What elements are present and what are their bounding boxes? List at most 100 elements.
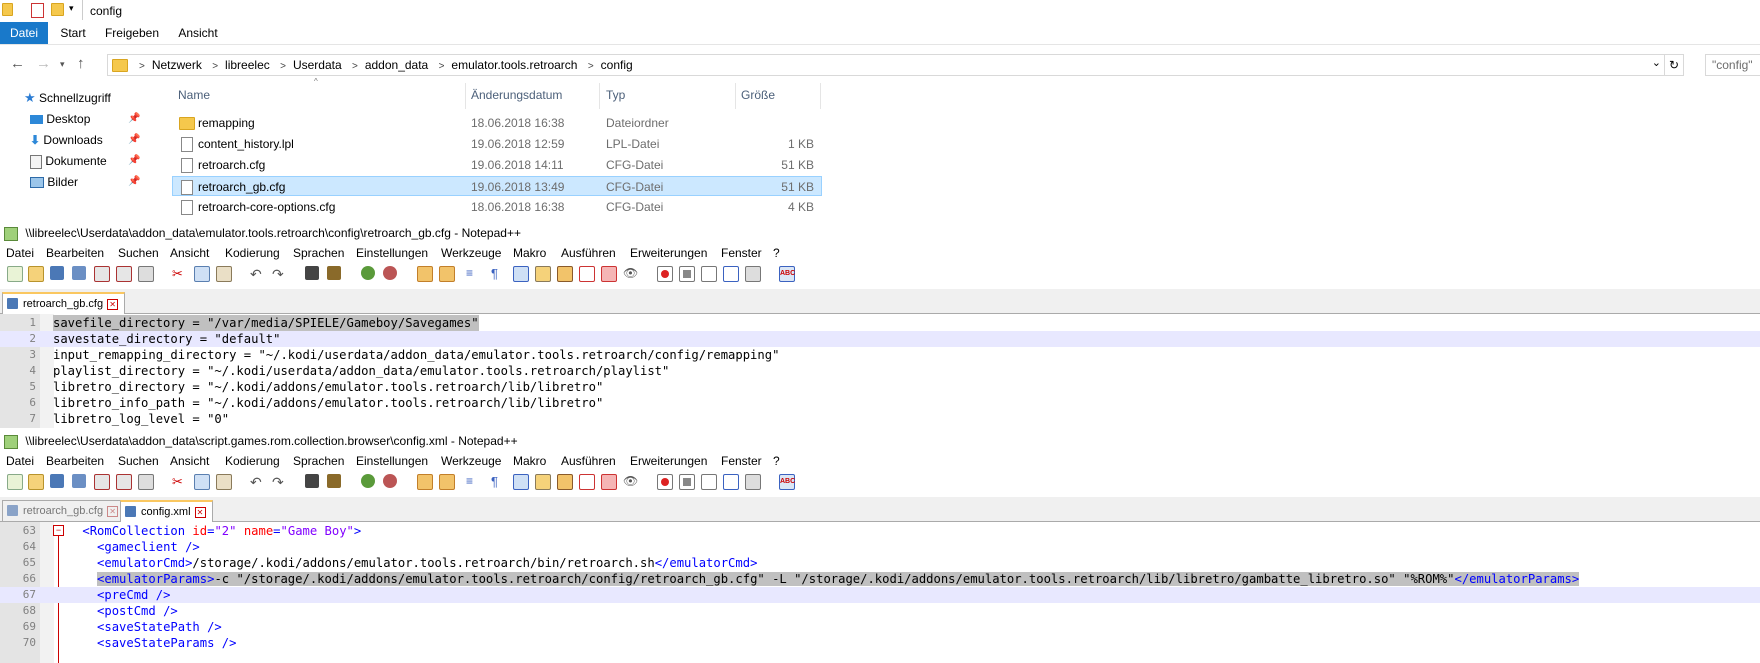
undo-icon[interactable]: ↶ bbox=[250, 474, 264, 490]
customize-toolbar-icon[interactable]: ▾ bbox=[69, 3, 74, 14]
spell-check-icon[interactable]: ABC bbox=[779, 474, 795, 490]
menu-erweiterungen[interactable]: Erweiterungen bbox=[630, 451, 707, 471]
run-macro-multiple-icon[interactable] bbox=[723, 266, 739, 282]
paste-icon[interactable] bbox=[216, 474, 232, 490]
play-macro-icon[interactable] bbox=[701, 474, 717, 490]
record-macro-icon[interactable] bbox=[657, 266, 673, 282]
document-map-icon[interactable] bbox=[557, 266, 573, 282]
replace-icon[interactable] bbox=[327, 266, 341, 280]
sync-vertical-icon[interactable] bbox=[417, 474, 433, 490]
recent-locations-icon[interactable]: ▾ bbox=[60, 59, 65, 70]
ribbon-tab-start[interactable]: Start bbox=[50, 22, 96, 44]
column-divider[interactable] bbox=[820, 83, 821, 109]
save-macro-icon[interactable] bbox=[745, 474, 761, 490]
refresh-icon[interactable]: ↻ bbox=[1664, 55, 1683, 75]
menu-ansicht[interactable]: Ansicht bbox=[170, 243, 209, 263]
menu-werkzeuge[interactable]: Werkzeuge bbox=[441, 451, 501, 471]
cut-icon[interactable]: ✂ bbox=[172, 266, 186, 281]
indent-guide-icon[interactable] bbox=[513, 474, 529, 490]
file-row[interactable]: remapping 18.06.2018 16:38 Dateiordner bbox=[172, 113, 822, 133]
monitoring-icon[interactable] bbox=[601, 474, 617, 490]
close-file-icon[interactable] bbox=[94, 474, 110, 490]
eye-icon[interactable]: 👁 bbox=[623, 474, 638, 488]
close-all-icon[interactable] bbox=[116, 474, 132, 490]
nav-quick-access[interactable]: ★ Schnellzugriff bbox=[24, 88, 111, 108]
menu-kodierung[interactable]: Kodierung bbox=[225, 243, 280, 263]
pin-icon[interactable]: 📌 bbox=[128, 151, 140, 171]
sync-horizontal-icon[interactable] bbox=[439, 266, 455, 282]
close-all-icon[interactable] bbox=[116, 266, 132, 282]
chevron-down-icon[interactable]: ⌄ bbox=[1652, 56, 1661, 69]
code-editor[interactable]: − 63 <RomCollection id="2" name="Game Bo… bbox=[0, 522, 1760, 663]
zoom-in-icon[interactable] bbox=[361, 266, 375, 280]
close-tab-icon[interactable]: ✕ bbox=[194, 507, 206, 518]
cut-icon[interactable]: ✂ bbox=[172, 474, 186, 489]
code-editor[interactable]: 1 savefile_directory = "/var/media/SPIELE… bbox=[0, 314, 1760, 428]
forward-icon[interactable]: → bbox=[36, 55, 51, 72]
show-all-chars-icon[interactable]: ¶ bbox=[491, 266, 505, 281]
menu-help[interactable]: ? bbox=[773, 243, 780, 263]
document-map-icon[interactable] bbox=[557, 474, 573, 490]
stop-macro-icon[interactable] bbox=[679, 266, 695, 282]
new-file-icon[interactable] bbox=[7, 474, 23, 490]
column-divider[interactable] bbox=[465, 83, 466, 109]
menu-ausfuehren[interactable]: Ausführen bbox=[561, 451, 616, 471]
word-wrap-icon[interactable]: ≡ bbox=[466, 266, 480, 280]
function-list-icon[interactable] bbox=[579, 474, 595, 490]
save-icon[interactable] bbox=[50, 474, 64, 488]
find-icon[interactable] bbox=[305, 266, 319, 280]
menu-datei[interactable]: Datei bbox=[6, 243, 34, 263]
find-icon[interactable] bbox=[305, 474, 319, 488]
play-macro-icon[interactable] bbox=[701, 266, 717, 282]
menu-kodierung[interactable]: Kodierung bbox=[225, 451, 280, 471]
menu-sprachen[interactable]: Sprachen bbox=[293, 451, 344, 471]
column-header-name[interactable]: Name bbox=[178, 83, 210, 107]
close-file-icon[interactable] bbox=[94, 266, 110, 282]
menu-fenster[interactable]: Fenster bbox=[721, 243, 762, 263]
monitoring-icon[interactable] bbox=[601, 266, 617, 282]
print-icon[interactable] bbox=[138, 266, 154, 282]
sync-horizontal-icon[interactable] bbox=[439, 474, 455, 490]
spell-check-icon[interactable]: ABC bbox=[779, 266, 795, 282]
column-divider[interactable] bbox=[735, 83, 736, 109]
open-file-icon[interactable] bbox=[28, 266, 44, 282]
save-icon[interactable] bbox=[50, 266, 64, 280]
crumb-addon-data[interactable]: addon_data bbox=[365, 58, 428, 72]
close-tab-icon[interactable]: ✕ bbox=[107, 506, 119, 517]
menu-bearbeiten[interactable]: Bearbeiten bbox=[46, 243, 104, 263]
tab-retroarch-gb-cfg[interactable]: retroarch_gb.cfg ✕ bbox=[2, 500, 126, 521]
tab-retroarch-gb-cfg[interactable]: retroarch_gb.cfg ✕ bbox=[2, 292, 126, 314]
column-header-size[interactable]: Größe bbox=[741, 83, 775, 107]
open-file-icon[interactable] bbox=[28, 474, 44, 490]
run-macro-multiple-icon[interactable] bbox=[723, 474, 739, 490]
crumb-config[interactable]: config bbox=[601, 58, 633, 72]
save-all-icon[interactable] bbox=[72, 474, 86, 488]
pin-icon[interactable]: 📌 bbox=[128, 109, 140, 129]
menu-suchen[interactable]: Suchen bbox=[118, 451, 159, 471]
address-bar[interactable]: > Netzwerk > libreelec > Userdata > addon_da… bbox=[107, 54, 1684, 76]
file-row[interactable]: retroarch-core-options.cfg 18.06.2018 16… bbox=[172, 197, 822, 217]
menu-einstellungen[interactable]: Einstellungen bbox=[356, 451, 428, 471]
close-tab-icon[interactable]: ✕ bbox=[107, 299, 119, 310]
nav-item-downloads[interactable]: ⬇ Downloads 📌 bbox=[30, 130, 180, 150]
file-row[interactable]: content_history.lpl 19.06.2018 12:59 LPL… bbox=[172, 134, 822, 154]
paste-icon[interactable] bbox=[216, 266, 232, 282]
replace-icon[interactable] bbox=[327, 474, 341, 488]
column-divider[interactable] bbox=[599, 83, 600, 109]
indent-guide-icon[interactable] bbox=[513, 266, 529, 282]
column-header-type[interactable]: Typ bbox=[606, 83, 625, 107]
column-header-date[interactable]: Änderungsdatum bbox=[471, 83, 562, 107]
menu-makro[interactable]: Makro bbox=[513, 451, 546, 471]
file-row[interactable]: retroarch.cfg 19.06.2018 14:11 CFG-Datei… bbox=[172, 155, 822, 175]
new-folder-icon[interactable] bbox=[51, 3, 64, 19]
zoom-out-icon[interactable] bbox=[383, 266, 397, 280]
stop-macro-icon[interactable] bbox=[679, 474, 695, 490]
copy-icon[interactable] bbox=[194, 474, 210, 490]
redo-icon[interactable]: ↷ bbox=[272, 266, 286, 282]
ribbon-tab-ansicht[interactable]: Ansicht bbox=[168, 22, 228, 44]
menu-einstellungen[interactable]: Einstellungen bbox=[356, 243, 428, 263]
search-input[interactable]: "config" bbox=[1705, 54, 1760, 76]
save-macro-icon[interactable] bbox=[745, 266, 761, 282]
nav-item-pictures[interactable]: Bilder 📌 bbox=[30, 172, 180, 192]
copy-icon[interactable] bbox=[194, 266, 210, 282]
